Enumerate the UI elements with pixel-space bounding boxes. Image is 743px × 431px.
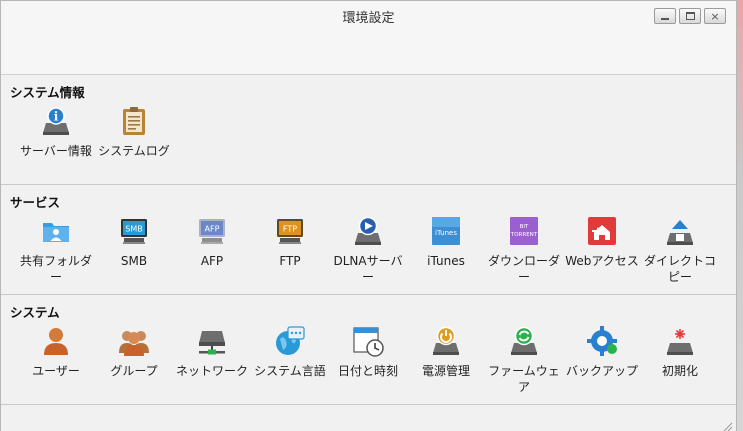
item-itunes[interactable]: iTunes iTunes [406,215,486,269]
dlna-icon [352,215,384,247]
svg-text:iTunes: iTunes [435,229,457,237]
section-title: システム情報 [10,85,85,100]
close-button[interactable]: × [704,8,726,24]
item-group[interactable]: グループ [94,325,174,379]
group-icon [118,325,150,357]
item-label: iTunes [427,254,465,268]
backup-icon [586,325,618,357]
item-label: システムログ [98,144,170,158]
item-label: 日付と時刻 [337,364,398,378]
close-icon: × [710,9,720,23]
window-title: 環境設定 [342,11,395,26]
item-label: Webアクセス [565,254,639,268]
item-label: ダウンローダー [487,254,560,284]
item-label: システム言語 [254,364,326,378]
item-firmware[interactable]: ファームウェア [484,325,564,395]
svg-text:TORRENT: TORRENT [510,232,538,238]
titlebar: 環境設定 × [1,1,736,75]
item-system-log[interactable]: システムログ [94,105,174,159]
smb-icon: SMB [118,215,150,247]
item-smb[interactable]: SMB SMB [94,215,174,269]
item-label: サーバー情報 [20,144,92,158]
web-access-icon [586,215,618,247]
section-system-info: システム情報 i サーバー情報 システムログ [1,75,736,185]
item-label: バックアップ [565,364,638,378]
itunes-icon: iTunes [430,215,462,247]
svg-text:AFP: AFP [205,225,220,234]
item-label: ネットワーク [175,364,248,378]
item-user[interactable]: ユーザー [16,325,96,379]
item-label: 共有フォルダー [19,254,92,284]
svg-text:FTP: FTP [283,225,297,234]
item-label: ファームウェア [488,364,560,394]
section-title: サービス [10,195,61,210]
initialize-icon [664,325,696,357]
item-ftp[interactable]: FTP FTP [250,215,330,269]
item-label: DLNAサーバー [333,254,403,284]
ftp-icon: FTP [274,215,306,247]
minimize-icon [661,18,669,20]
item-label: ユーザー [32,364,80,378]
item-shared-folder[interactable]: 共有フォルダー [16,215,96,285]
svg-text:BIT: BIT [520,224,529,230]
window-controls: × [654,8,726,24]
item-initialize[interactable]: 初期化 [640,325,720,379]
status-area [1,405,736,431]
item-date-time[interactable]: 日付と時刻 [328,325,408,379]
item-network[interactable]: ネットワーク [172,325,252,379]
system-log-icon [118,105,150,137]
item-dlna[interactable]: DLNAサーバー [328,215,408,285]
shared-folder-icon [40,215,72,247]
item-label: ダイレクトコピー [643,254,716,284]
direct-copy-icon [664,215,696,247]
firmware-icon [508,325,540,357]
power-icon [430,325,462,357]
svg-text:i: i [54,110,59,124]
item-label: 電源管理 [421,364,470,378]
item-downloader[interactable]: BIT TORRENT ダウンローダー [484,215,564,285]
maximize-button[interactable] [679,8,701,24]
item-label: 初期化 [661,364,698,378]
date-time-icon [352,325,384,357]
downloader-icon: BIT TORRENT [508,215,540,247]
minimize-button[interactable] [654,8,676,24]
section-title: システム [10,305,60,320]
resize-grip-icon[interactable] [721,420,733,431]
item-afp[interactable]: AFP AFP [172,215,252,269]
desktop-background [737,0,743,431]
preferences-window: 環境設定 × システム情報 i サーバー情報 システムログ サービス 共有フォル… [0,0,737,431]
item-direct-copy[interactable]: ダイレクトコピー [640,215,720,285]
item-web-access[interactable]: Webアクセス [562,215,642,269]
item-power[interactable]: 電源管理 [406,325,486,379]
item-label: AFP [200,254,224,268]
user-icon [40,325,72,357]
item-label: FTP [279,254,301,268]
item-language[interactable]: システム言語 [250,325,330,379]
afp-icon: AFP [196,215,228,247]
item-label: SMB [120,254,148,268]
language-icon [274,325,306,357]
item-server-info[interactable]: i サーバー情報 [16,105,96,159]
section-services: サービス 共有フォルダー SMB SMB AFP AFP FTP FTP DLN… [1,185,736,295]
svg-text:SMB: SMB [125,225,142,234]
item-backup[interactable]: バックアップ [562,325,642,379]
section-system: システム ユーザー グループ ネットワーク システム言語 日付と時刻 電源管理 … [1,295,736,405]
server-info-icon: i [40,105,72,137]
network-icon [196,325,228,357]
maximize-icon [685,12,695,20]
item-label: グループ [110,364,158,378]
